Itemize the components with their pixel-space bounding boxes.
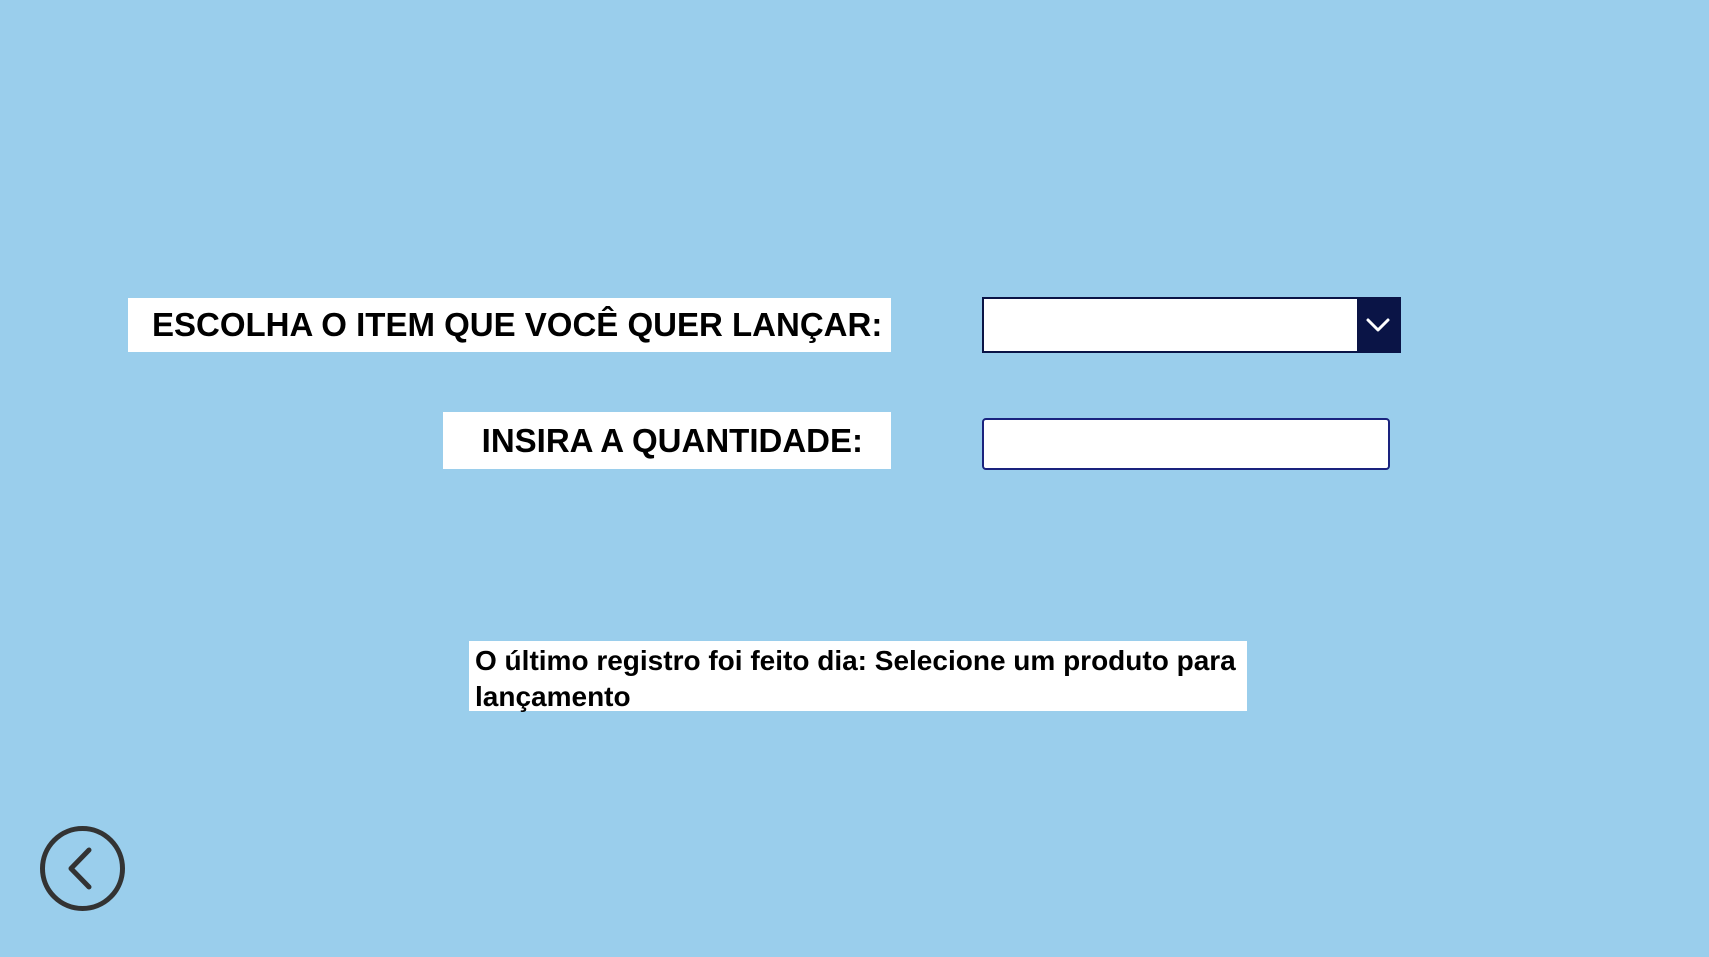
quantity-input[interactable] (982, 418, 1390, 470)
item-label-text: ESCOLHA O ITEM QUE VOCÊ QUER LANÇAR: (152, 306, 883, 343)
quantity-label-text: INSIRA A QUANTIDADE: (481, 421, 863, 459)
last-record-status-text: O último registro foi feito dia: Selecio… (475, 645, 1236, 712)
chevron-down-icon (1366, 318, 1390, 332)
quantity-label: INSIRA A QUANTIDADE: (443, 412, 891, 469)
back-arrow-icon (40, 826, 125, 911)
last-record-status: O último registro foi feito dia: Selecio… (469, 641, 1247, 712)
dropdown-button[interactable] (1357, 299, 1399, 351)
item-dropdown[interactable] (982, 297, 1401, 353)
item-label: ESCOLHA O ITEM QUE VOCÊ QUER LANÇAR: (128, 298, 891, 352)
back-button[interactable] (39, 825, 126, 912)
